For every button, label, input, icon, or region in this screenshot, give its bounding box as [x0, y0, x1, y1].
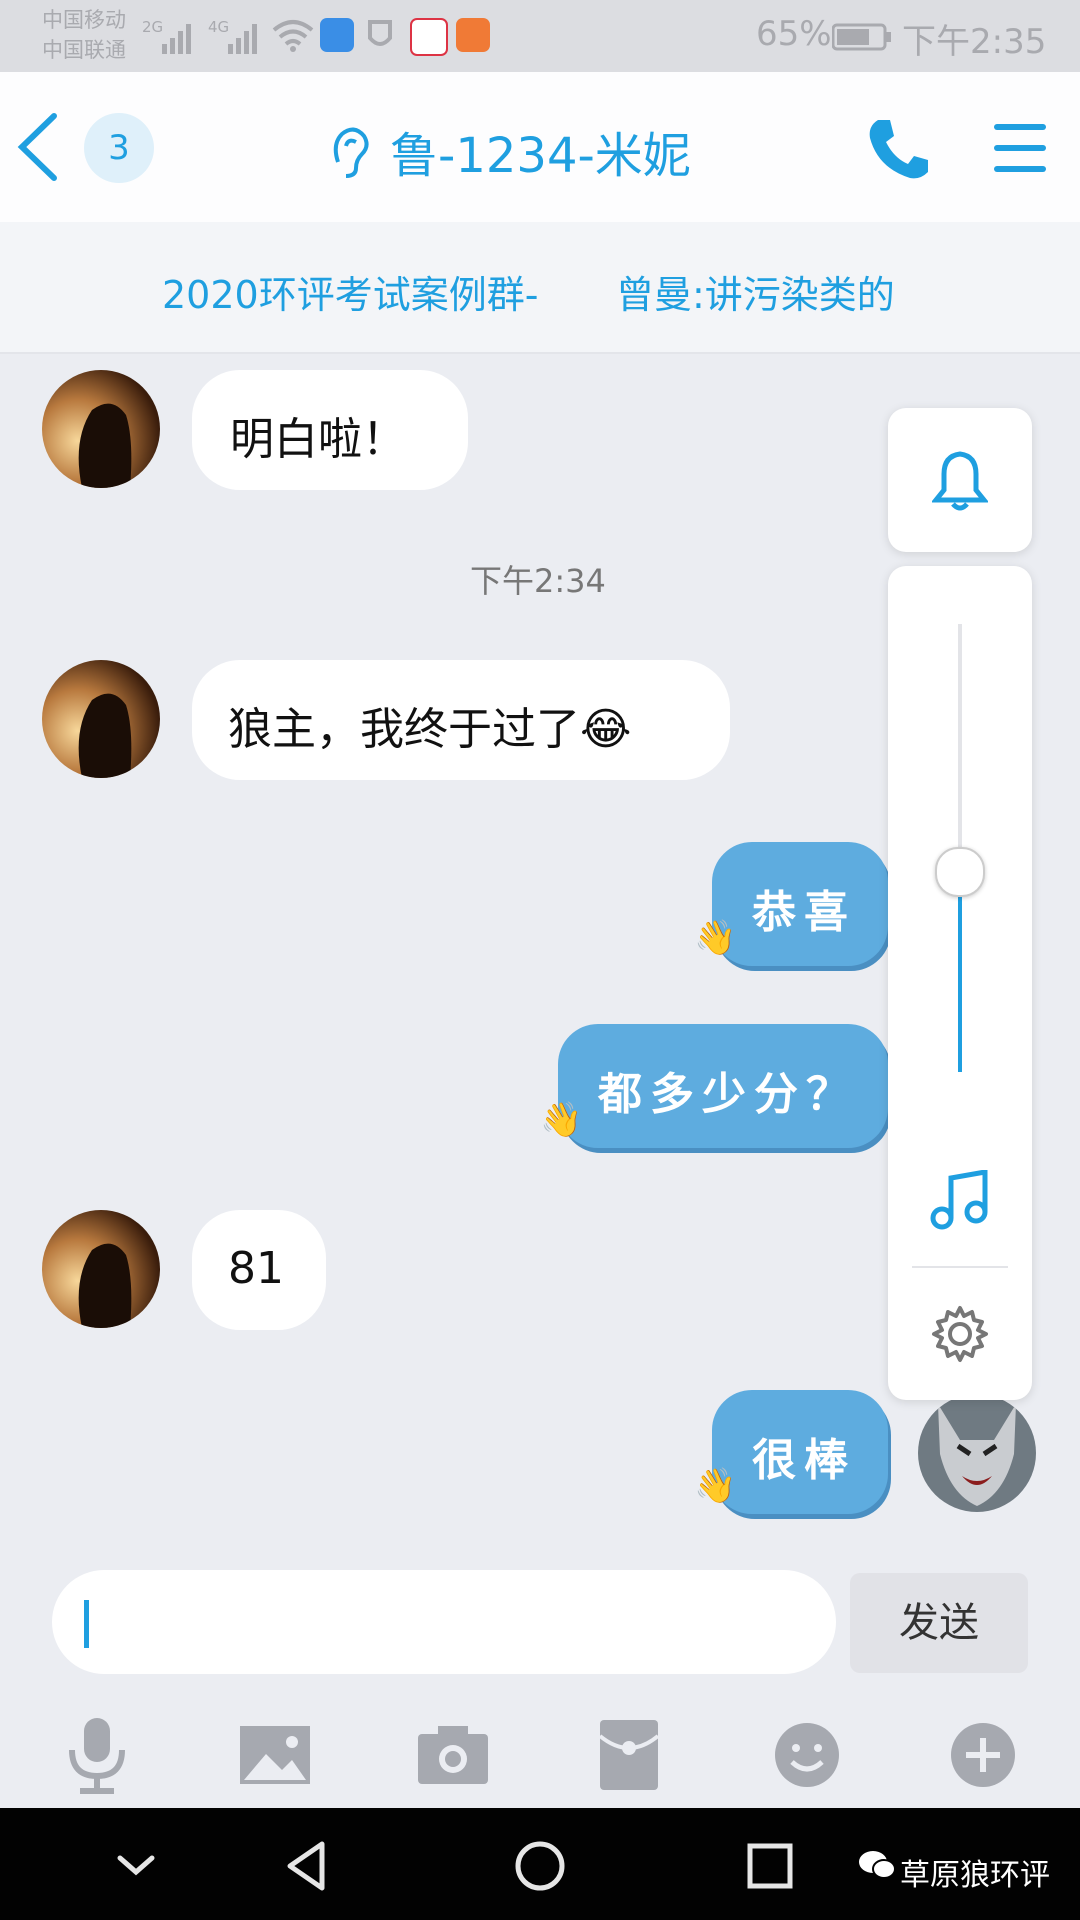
message-bubble-sent[interactable]: 很棒	[712, 1390, 888, 1514]
watermark: 草原狼环评	[900, 1858, 1050, 1893]
message-text: 明白啦！	[230, 414, 406, 465]
shield-icon	[368, 20, 392, 46]
phone-icon[interactable]	[866, 116, 932, 182]
wave-hand-icon: 👋	[694, 918, 737, 958]
volume-fill	[958, 870, 962, 1072]
sender-avatar[interactable]	[42, 1210, 160, 1328]
message-text: 狼主，我终于过了😂	[228, 704, 632, 755]
sender-avatar[interactable]	[42, 660, 160, 778]
volume-slider-thumb[interactable]	[935, 847, 985, 897]
ear-icon[interactable]	[328, 124, 372, 180]
chevron-down-icon[interactable]	[106, 1836, 166, 1896]
image-icon[interactable]	[230, 1710, 320, 1800]
notification-panel[interactable]	[888, 408, 1032, 552]
carrier-1: 中国移动	[42, 8, 126, 32]
wechat-icon	[859, 1851, 896, 1879]
banner-group-name: 2020环评考试案例群-	[162, 273, 539, 317]
chat-header: 3 鲁-1234-米妮	[0, 72, 1080, 222]
message-text: 81	[228, 1243, 284, 1294]
bell-icon[interactable]	[932, 450, 988, 512]
emoji-icon[interactable]	[762, 1710, 852, 1800]
video-app-icon	[456, 18, 490, 52]
message-text: 都多少分？	[598, 1069, 858, 1120]
banner-preview: 曾曼:讲污染类的	[616, 273, 895, 317]
message-bubble-sent[interactable]: 恭喜	[712, 842, 888, 966]
chat-title: 鲁-1234-米妮	[390, 128, 691, 184]
status-bar: 中国移动 中国联通 2G 4G 65% 下午2:35	[0, 0, 1080, 72]
message-input[interactable]	[52, 1570, 836, 1674]
input-toolbar	[0, 1700, 1080, 1810]
wave-hand-icon: 👋	[694, 1466, 737, 1506]
nav-back-icon[interactable]	[278, 1836, 338, 1896]
system-nav-bar: 草原狼环评	[0, 1808, 1080, 1920]
menu-icon[interactable]	[992, 122, 1048, 174]
clock: 下午2:35	[902, 22, 1047, 62]
music-note-icon[interactable]	[930, 1170, 990, 1230]
volume-panel	[888, 566, 1032, 1400]
red-packet-icon[interactable]	[584, 1710, 674, 1800]
microphone-icon[interactable]	[52, 1710, 142, 1800]
group-notice-banner[interactable]: 2020环评考试案例群- 曾曼:讲污染类的	[0, 222, 1080, 354]
unread-badge[interactable]: 3	[84, 113, 154, 183]
my-avatar[interactable]	[918, 1394, 1036, 1512]
message-text: 恭喜	[752, 887, 856, 938]
message-bubble[interactable]: 狼主，我终于过了😂	[192, 660, 730, 780]
timestamp: 下午2:34	[470, 562, 606, 600]
hotspot-icon	[320, 18, 354, 52]
message-bubble[interactable]: 81	[192, 1210, 326, 1330]
send-button[interactable]: 发送	[850, 1573, 1028, 1673]
nav-home-icon[interactable]	[510, 1836, 570, 1896]
battery-icon	[832, 23, 891, 51]
signal-icon	[228, 24, 257, 54]
signal-icon	[162, 24, 191, 54]
camera-icon[interactable]	[408, 1710, 498, 1800]
weibo-icon	[410, 18, 448, 56]
message-bubble[interactable]: 明白啦！	[192, 370, 468, 490]
text-cursor	[84, 1600, 89, 1648]
wifi-icon	[272, 20, 314, 52]
gear-icon[interactable]	[930, 1304, 990, 1364]
carrier-2: 中国联通	[42, 38, 126, 62]
battery-percent: 65%	[756, 14, 832, 54]
nav-recents-icon[interactable]	[740, 1836, 800, 1896]
sender-avatar[interactable]	[42, 370, 160, 488]
wave-hand-icon: 👋	[540, 1100, 583, 1140]
back-icon[interactable]	[14, 112, 60, 182]
message-text: 很棒	[752, 1435, 856, 1486]
divider	[912, 1266, 1008, 1268]
message-bubble-sent[interactable]: 都多少分？	[558, 1024, 888, 1148]
plus-icon[interactable]	[938, 1710, 1028, 1800]
